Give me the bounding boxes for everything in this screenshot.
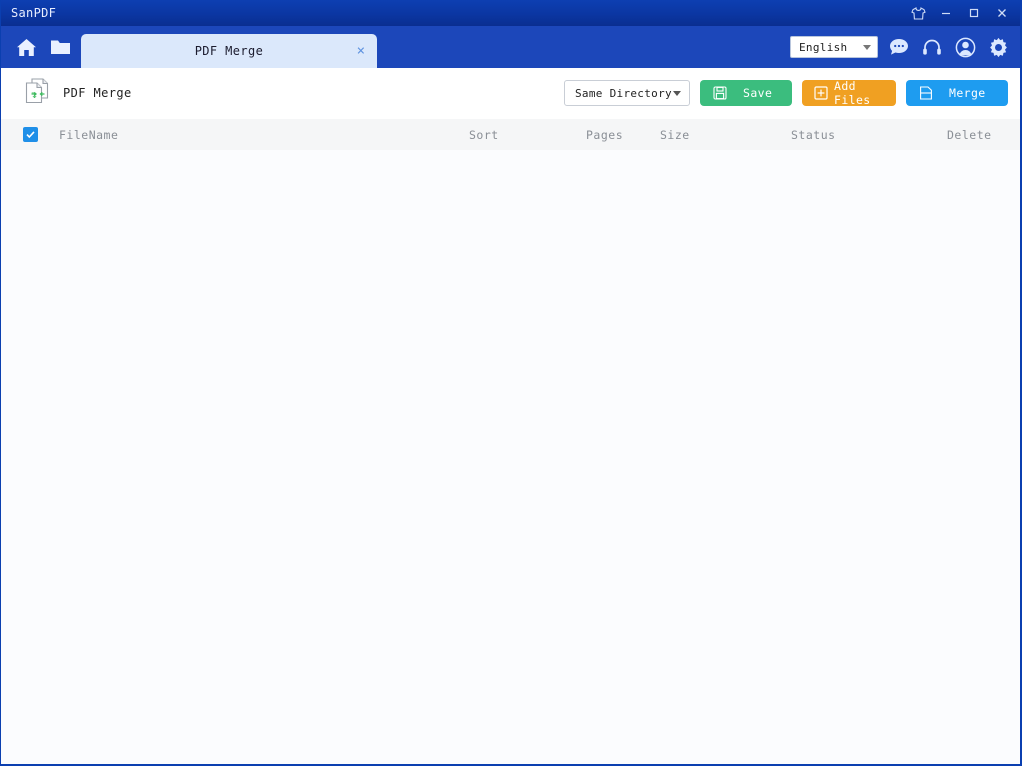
feedback-icon[interactable] — [887, 35, 911, 59]
merge-button-label: Merge — [949, 86, 986, 100]
toolbar-right-tools: English — [790, 26, 1010, 68]
save-button[interactable]: Save — [700, 80, 792, 106]
tab-bar: PDF Merge × English — [1, 26, 1020, 68]
action-toolbar: ↴ PDF Merge Same Directory Save Add File… — [1, 68, 1020, 119]
language-select[interactable]: English — [790, 36, 878, 58]
settings-gear-icon[interactable] — [986, 35, 1010, 59]
floppy-save-icon — [712, 86, 727, 101]
table-header-row: FileName Sort Pages Size Status Delete — [1, 119, 1020, 150]
table-body-empty[interactable] — [1, 150, 1020, 764]
close-button[interactable] — [988, 2, 1016, 24]
column-header-pages[interactable]: Pages — [586, 128, 623, 142]
svg-text:↴: ↴ — [30, 91, 38, 101]
minimize-button[interactable] — [932, 2, 960, 24]
column-header-delete[interactable]: Delete — [947, 128, 992, 142]
merge-button[interactable]: Merge — [906, 80, 1008, 106]
application-window: SanPDF PDF Merge × English ↴ PDF Merge S… — [0, 0, 1022, 766]
chevron-down-icon — [863, 44, 871, 50]
module-identity: ↴ PDF Merge — [1, 75, 132, 111]
merge-page-icon — [918, 86, 933, 101]
action-button-group: Same Directory Save Add Files Merge — [564, 79, 1008, 107]
pdf-merge-icon: ↴ — [21, 75, 53, 111]
column-header-status[interactable]: Status — [791, 128, 836, 142]
home-icon[interactable] — [15, 36, 37, 58]
skin-icon[interactable] — [904, 2, 932, 24]
tab-close-icon[interactable]: × — [357, 44, 365, 58]
app-title: SanPDF — [11, 6, 57, 20]
open-folder-icon[interactable] — [49, 36, 71, 58]
tab-pdf-merge[interactable]: PDF Merge × — [81, 34, 377, 68]
output-directory-select[interactable]: Same Directory — [564, 80, 690, 106]
chevron-down-icon — [673, 90, 681, 96]
plus-square-icon — [814, 86, 828, 101]
window-controls — [904, 0, 1016, 26]
support-headset-icon[interactable] — [920, 35, 944, 59]
title-bar: SanPDF — [1, 0, 1020, 26]
file-table: FileName Sort Pages Size Status Delete — [1, 119, 1020, 764]
add-files-button[interactable]: Add Files — [802, 79, 896, 107]
column-header-filename[interactable]: FileName — [59, 128, 118, 142]
nav-icon-group — [1, 26, 71, 68]
select-all-checkbox[interactable] — [23, 127, 38, 142]
column-header-sort[interactable]: Sort — [469, 128, 499, 142]
save-button-label: Save — [743, 86, 773, 100]
output-directory-value: Same Directory — [575, 86, 672, 100]
tab-strip: PDF Merge × — [81, 26, 377, 68]
tab-label: PDF Merge — [194, 44, 264, 58]
maximize-button[interactable] — [960, 2, 988, 24]
language-select-value: English — [799, 40, 848, 54]
module-title: PDF Merge — [63, 86, 132, 100]
column-header-size[interactable]: Size — [660, 128, 690, 142]
add-files-button-label: Add Files — [834, 79, 871, 107]
user-account-icon[interactable] — [953, 35, 977, 59]
